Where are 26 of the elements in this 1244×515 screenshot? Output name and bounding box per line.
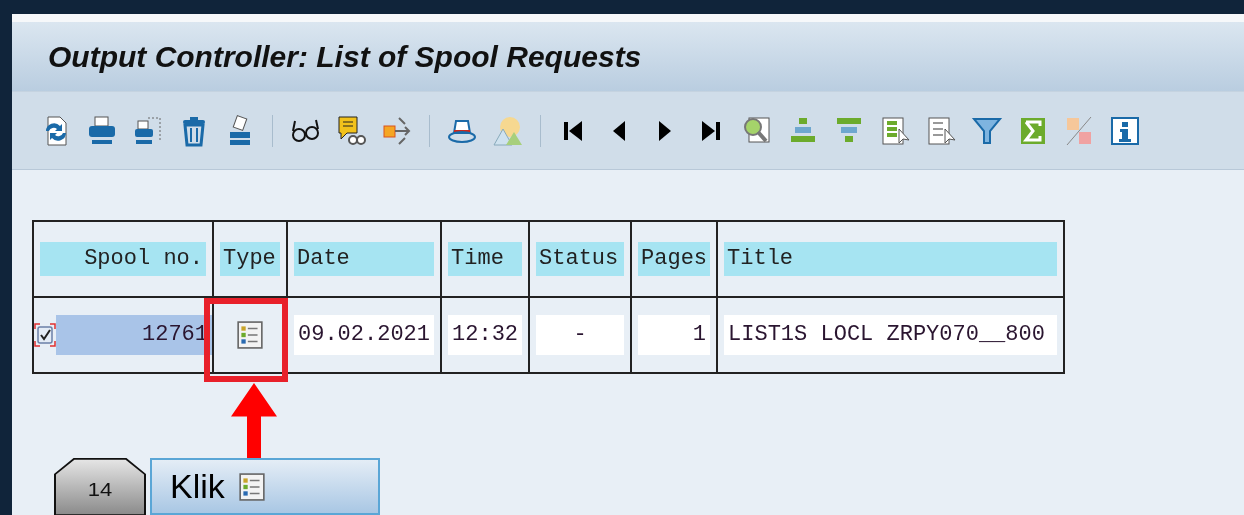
select-layout-icon[interactable] — [879, 114, 911, 147]
list-document-icon[interactable] — [237, 320, 263, 349]
print-area-icon[interactable] — [132, 114, 164, 147]
column-header[interactable]: Date — [294, 242, 435, 276]
note-glasses-icon[interactable] — [335, 114, 367, 147]
instruction-text: Klik — [170, 467, 225, 506]
export-icon[interactable] — [381, 114, 413, 147]
column-header[interactable]: Type — [220, 242, 280, 276]
column-header[interactable]: Title — [724, 242, 1058, 276]
column-header[interactable]: Status — [536, 242, 625, 276]
info-icon[interactable] — [1109, 114, 1141, 147]
column-header[interactable]: Time — [448, 242, 523, 276]
table-cell: - — [536, 315, 625, 355]
list-document-icon — [238, 472, 265, 501]
table-cell: 1 — [638, 315, 711, 355]
table-cell: 12:32 — [448, 315, 523, 355]
print-icon[interactable] — [86, 114, 118, 147]
checkbox[interactable] — [34, 323, 56, 347]
change-layout-icon[interactable] — [925, 114, 957, 147]
column-header[interactable]: Pages — [638, 242, 711, 276]
step-number: 14 — [87, 480, 113, 500]
table-cell: LIST1S LOCL ZRPY070__800 — [724, 315, 1058, 355]
column-header[interactable]: Spool no. — [40, 242, 206, 276]
table-cell: 12761 — [56, 315, 212, 355]
window-title: Output Controller: List of Spool Requests — [48, 39, 642, 74]
table-cell: 09.02.2021 — [294, 315, 435, 355]
